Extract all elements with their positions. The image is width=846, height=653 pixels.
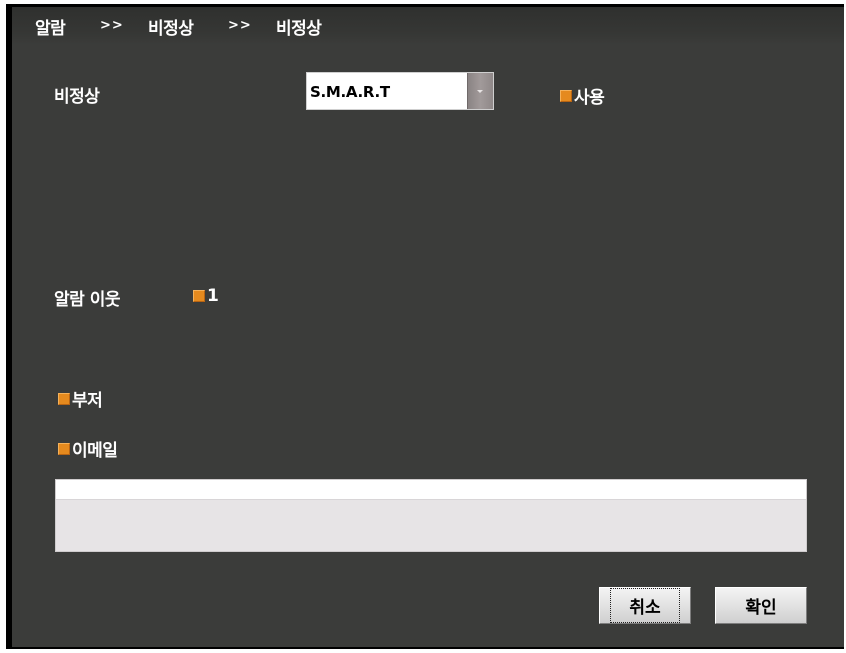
ok-button[interactable]: 확인 xyxy=(715,587,807,624)
chevron-down-icon xyxy=(477,90,483,93)
enable-checkbox[interactable]: 사용 xyxy=(560,83,605,108)
event-type-value: S.M.A.R.T xyxy=(310,83,390,101)
email-address-field[interactable] xyxy=(55,479,807,552)
alarm-out-1-checkbox[interactable]: 1 xyxy=(193,286,219,306)
email-label: 이메일 xyxy=(72,441,118,461)
buzzer-checkbox[interactable]: 부저 xyxy=(58,386,103,411)
email-checkbox-box[interactable] xyxy=(58,442,70,455)
enable-checkbox-box[interactable] xyxy=(560,89,572,102)
cancel-button-label: 취소 xyxy=(610,588,680,623)
cancel-button[interactable]: 취소 xyxy=(599,587,691,624)
event-type-select[interactable]: S.M.A.R.T xyxy=(306,72,494,110)
title-bar: 알람 >> 비정상 >> 비정상 xyxy=(12,7,844,45)
dropdown-button[interactable] xyxy=(467,73,493,109)
alarm-abnormal-dialog: 알람 >> 비정상 >> 비정상 비정상 S.M.A.R.T 사용 알람 이웃 … xyxy=(12,7,844,647)
email-checkbox[interactable]: 이메일 xyxy=(58,436,118,461)
alarm-out-label: 알람 이웃 xyxy=(54,290,120,310)
breadcrumb-separator: >> xyxy=(228,18,252,33)
buzzer-label: 부저 xyxy=(72,391,103,411)
event-type-label: 비정상 xyxy=(54,87,100,107)
enable-checkbox-label: 사용 xyxy=(574,88,605,108)
breadcrumb-item-abnormal[interactable]: 비정상 xyxy=(148,14,194,39)
breadcrumb-item-current: 비정상 xyxy=(276,19,322,39)
ok-button-label: 확인 xyxy=(745,598,777,618)
alarm-out-1-label: 1 xyxy=(207,286,219,306)
alarm-out-1-checkbox-box[interactable] xyxy=(193,290,205,302)
breadcrumb-item-alarm[interactable]: 알람 xyxy=(35,14,66,39)
email-address-input[interactable] xyxy=(56,480,806,500)
buzzer-checkbox-box[interactable] xyxy=(58,392,70,405)
breadcrumb-separator: >> xyxy=(100,18,124,33)
